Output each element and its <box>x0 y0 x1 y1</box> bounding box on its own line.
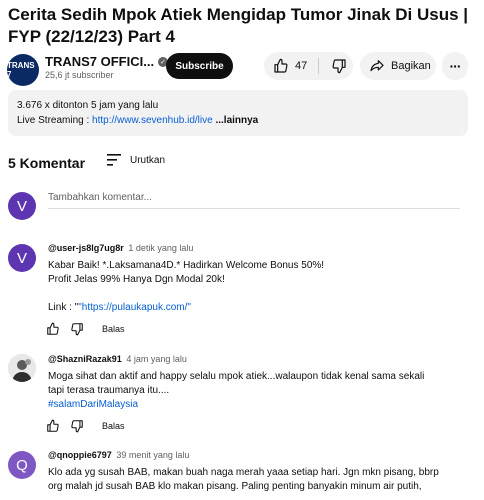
comment-time[interactable]: 1 detik yang lalu <box>128 243 193 253</box>
comment-line: tapi terasa traumanya itu.... <box>48 385 170 396</box>
more-icon: ··· <box>449 58 462 74</box>
current-user-avatar-letter: V <box>16 197 27 215</box>
video-title: Cerita Sedih Mpok Atiek Mengidap Tumor J… <box>8 5 469 46</box>
commenter-avatar[interactable]: V <box>8 244 36 272</box>
subscribe-button[interactable]: Subscribe <box>166 53 233 79</box>
comment-like-icon[interactable] <box>46 322 60 336</box>
channel-name[interactable]: TRANS7 OFFICI... ✓ <box>45 54 169 69</box>
like-button[interactable]: 47 <box>264 52 316 80</box>
comment-time[interactable]: 39 menit yang lalu <box>116 450 189 460</box>
comment-text: Klo ada yg susah BAB, makan buah naga me… <box>48 466 439 494</box>
comment-link[interactable]: "https://pulaukapuk.com/" <box>78 302 191 313</box>
livestream-link[interactable]: http://www.sevenhub.id/live <box>92 115 213 126</box>
comment-line: org malah jd susah BAB klo makan pisang.… <box>48 481 422 492</box>
description-box[interactable]: 3.676 x ditonton 5 jam yang lalu Live St… <box>8 90 468 136</box>
share-icon <box>369 58 385 74</box>
comment-dislike-icon[interactable] <box>70 419 84 433</box>
current-user-avatar: V <box>8 192 36 220</box>
comment-actions: Balas <box>46 419 125 433</box>
comment-line: Klo ada yg susah BAB, makan buah naga me… <box>48 467 439 478</box>
comment-author[interactable]: @ShazniRazak91 <box>48 354 122 364</box>
description-prefix: Live Streaming : <box>17 115 93 126</box>
comment-author[interactable]: @user-js8lg7ug8r <box>48 243 124 253</box>
comment-text: Moga sihat dan aktif and happy selalu mp… <box>48 370 424 412</box>
description-line: Live Streaming : http://www.sevenhub.id/… <box>17 115 258 126</box>
comment-hashtag[interactable]: #salamDariMalaysia <box>48 398 424 412</box>
comment-actions: Balas <box>46 322 125 336</box>
commenter-avatar-letter: V <box>16 249 27 267</box>
channel-avatar[interactable]: TRANS 7 <box>7 54 39 86</box>
channel-name-text: TRANS7 OFFICI... <box>45 54 155 69</box>
thumbs-down-icon <box>331 58 347 74</box>
dislike-button[interactable] <box>324 52 353 80</box>
subscriber-count: 25,6 jt subscriber <box>45 70 114 80</box>
comment-header: @user-js8lg7ug8r 1 detik yang lalu <box>48 243 193 253</box>
comment-like-icon[interactable] <box>46 419 60 433</box>
comment-text: Kabar Baik! *.Laksamana4D.* Hadirkan Wel… <box>48 259 324 315</box>
sort-button[interactable]: Urutkan <box>106 153 165 167</box>
comment-time[interactable]: 4 jam yang lalu <box>126 354 187 364</box>
add-comment-input[interactable]: Tambahkan komentar... <box>48 192 460 209</box>
reply-button[interactable]: Balas <box>102 324 125 334</box>
profile-photo-icon <box>8 354 36 382</box>
more-options-button[interactable]: ··· <box>442 52 468 80</box>
commenter-avatar[interactable]: Q <box>8 451 36 479</box>
share-label: Bagikan <box>391 60 431 72</box>
commenter-avatar[interactable] <box>8 354 36 382</box>
like-dislike-bar: 47 <box>264 52 353 80</box>
comment-author[interactable]: @qnoppie6797 <box>48 450 112 460</box>
like-count: 47 <box>295 60 308 72</box>
like-divider <box>318 58 319 74</box>
comment-header: @qnoppie6797 39 menit yang lalu <box>48 450 189 460</box>
comment-line: Profit Jelas 99% Hanya Dgn Modal 20k! <box>48 274 225 285</box>
share-button[interactable]: Bagikan <box>360 52 436 80</box>
comment-count: 5 Komentar <box>8 155 86 171</box>
sort-label: Urutkan <box>130 154 166 166</box>
sort-icon <box>106 153 122 167</box>
channel-logo-text: TRANS 7 <box>7 61 35 79</box>
comment-link-prefix: Link : " <box>48 302 79 313</box>
comment-header: @ShazniRazak91 4 jam yang lalu <box>48 354 187 364</box>
comment-line: Kabar Baik! *.Laksamana4D.* Hadirkan Wel… <box>48 260 325 271</box>
commenter-avatar-letter: Q <box>16 456 28 474</box>
comment-line: Moga sihat dan aktif and happy selalu mp… <box>48 371 425 382</box>
reply-button[interactable]: Balas <box>102 421 125 431</box>
thumbs-up-icon <box>273 58 289 74</box>
comment-link-line: Link : ""https://pulaukapuk.com/" <box>48 301 324 315</box>
views-and-time: 3.676 x ditonton 5 jam yang lalu <box>17 100 159 111</box>
comment-dislike-icon[interactable] <box>70 322 84 336</box>
show-more-link[interactable]: ...lainnya <box>213 115 258 126</box>
